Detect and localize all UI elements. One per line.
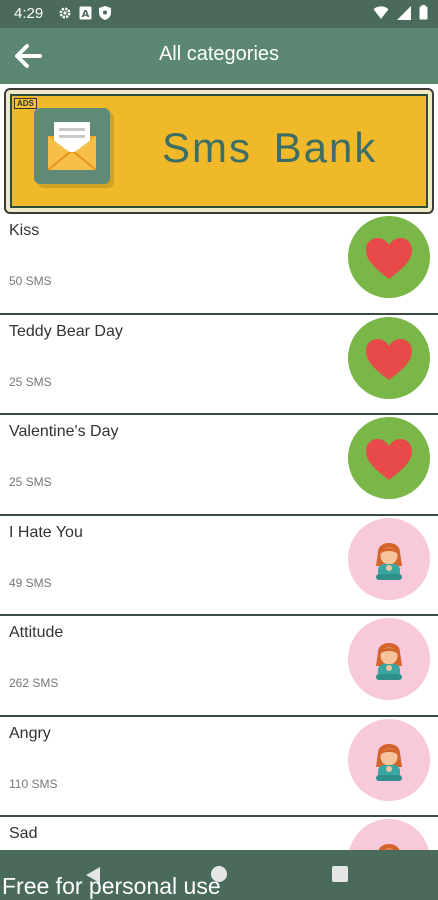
category-name: Angry [9, 724, 51, 742]
watermark-text: Free for personal use [2, 873, 221, 899]
category-name: Kiss [9, 222, 40, 239]
category-count: 25 SMS [9, 475, 52, 489]
signal-icon [397, 5, 411, 20]
heart-icon [348, 316, 430, 399]
sad-girl-icon [348, 718, 430, 801]
wifi-icon [373, 5, 389, 19]
category-list: Kiss 50 SMS Teddy Bear Day 25 SMS Valent… [0, 214, 438, 900]
list-item-valentines-day[interactable]: Valentine's Day 25 SMS [0, 415, 438, 516]
status-icons-right [373, 5, 428, 20]
gear-icon [59, 7, 71, 19]
list-item-angry[interactable]: Angry 110 SMS [0, 716, 438, 817]
envelope-logo-icon [34, 108, 110, 184]
status-time: 4:29 [14, 5, 44, 22]
sad-girl-icon [348, 618, 430, 700]
page-title: All categories [158, 43, 280, 65]
status-bar: 4:29 A [0, 0, 438, 28]
list-item-teddy-bear-day[interactable]: Teddy Bear Day 25 SMS [0, 314, 438, 415]
a-box-icon: A [79, 6, 92, 20]
category-name: Teddy Bear Day [9, 322, 123, 340]
shield-icon [99, 6, 111, 20]
banner-title: Sms Bank [162, 124, 378, 171]
banner-ad[interactable]: ADS Sms Bank [4, 88, 434, 214]
category-count: 25 SMS [9, 374, 52, 389]
category-name: I Hate You [9, 523, 83, 541]
list-item-kiss[interactable]: Kiss 50 SMS [0, 214, 438, 315]
category-count: 49 SMS [9, 575, 52, 590]
category-name: Valentine's Day [9, 423, 119, 440]
heart-icon [348, 417, 430, 499]
sad-girl-icon [348, 517, 430, 600]
category-name: Attitude [9, 624, 64, 641]
svg-text:A: A [82, 9, 90, 20]
category-count: 50 SMS [9, 274, 52, 288]
status-icons-left: A [58, 6, 111, 20]
list-item-attitude[interactable]: Attitude 262 SMS [0, 616, 438, 717]
battery-icon [419, 5, 428, 20]
app-bar: All categories [0, 28, 438, 84]
nav-recents-icon[interactable] [332, 866, 348, 882]
list-item-i-hate-you[interactable]: I Hate You 49 SMS [0, 515, 438, 616]
category-name: Sad [9, 825, 38, 842]
heart-icon [348, 216, 430, 298]
banner-content[interactable]: ADS Sms Bank [10, 94, 428, 208]
category-count: 262 SMS [9, 676, 59, 690]
category-count: 110 SMS [9, 776, 58, 791]
